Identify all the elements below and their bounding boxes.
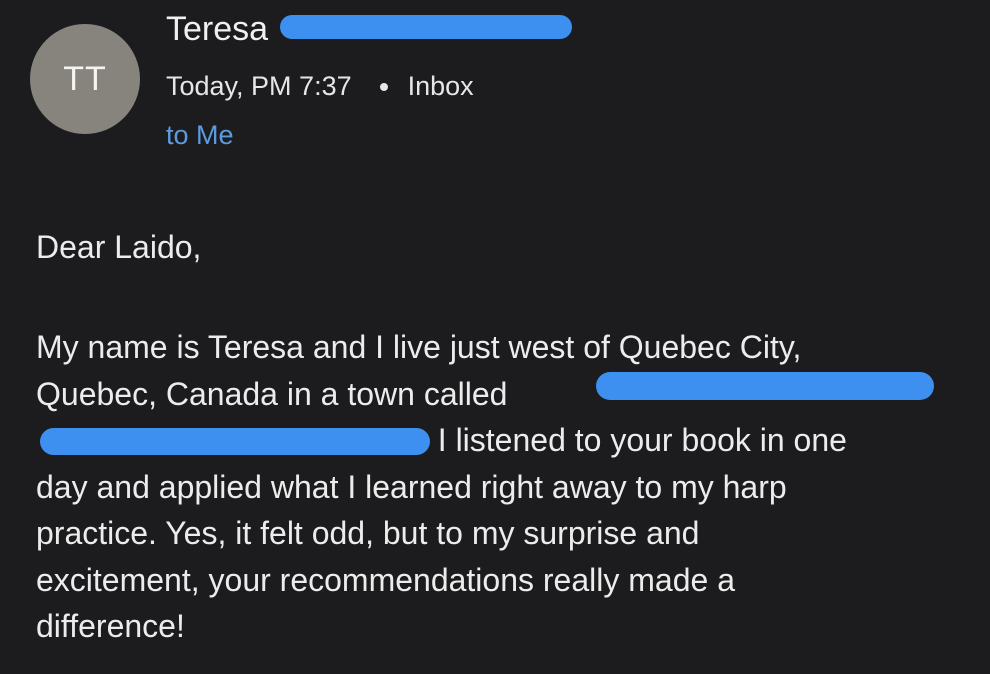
body-line: excitement, your recommendations really … [36, 561, 735, 598]
body-line: difference! [36, 608, 185, 644]
redaction-mark [280, 15, 572, 39]
body-line-text: . I listened to your book in one [420, 422, 847, 458]
message-date: Today, PM 7:37 [166, 71, 352, 101]
body-line: My name is Teresa and I live just west o… [36, 329, 802, 365]
sender-name[interactable]: Teresa [166, 10, 268, 49]
avatar-initials: TT [63, 59, 107, 98]
body-line: practice. Yes, it felt odd, but to my su… [36, 515, 700, 551]
sender-avatar[interactable]: TT [30, 24, 140, 134]
message-meta: Today, PM 7:37 Inbox [166, 71, 474, 102]
message-salutation: Dear Laido, [36, 229, 202, 265]
redaction-mark [40, 428, 430, 455]
redaction-mark [596, 372, 934, 400]
separator-dot-icon [379, 82, 388, 91]
folder-label: Inbox [407, 71, 474, 101]
body-line: day and applied what I learned right awa… [36, 468, 787, 505]
recipient-link[interactable]: to Me [166, 120, 234, 151]
message-header: TT Teresa Today, PM 7:37 Inbox to Me [0, 0, 990, 170]
